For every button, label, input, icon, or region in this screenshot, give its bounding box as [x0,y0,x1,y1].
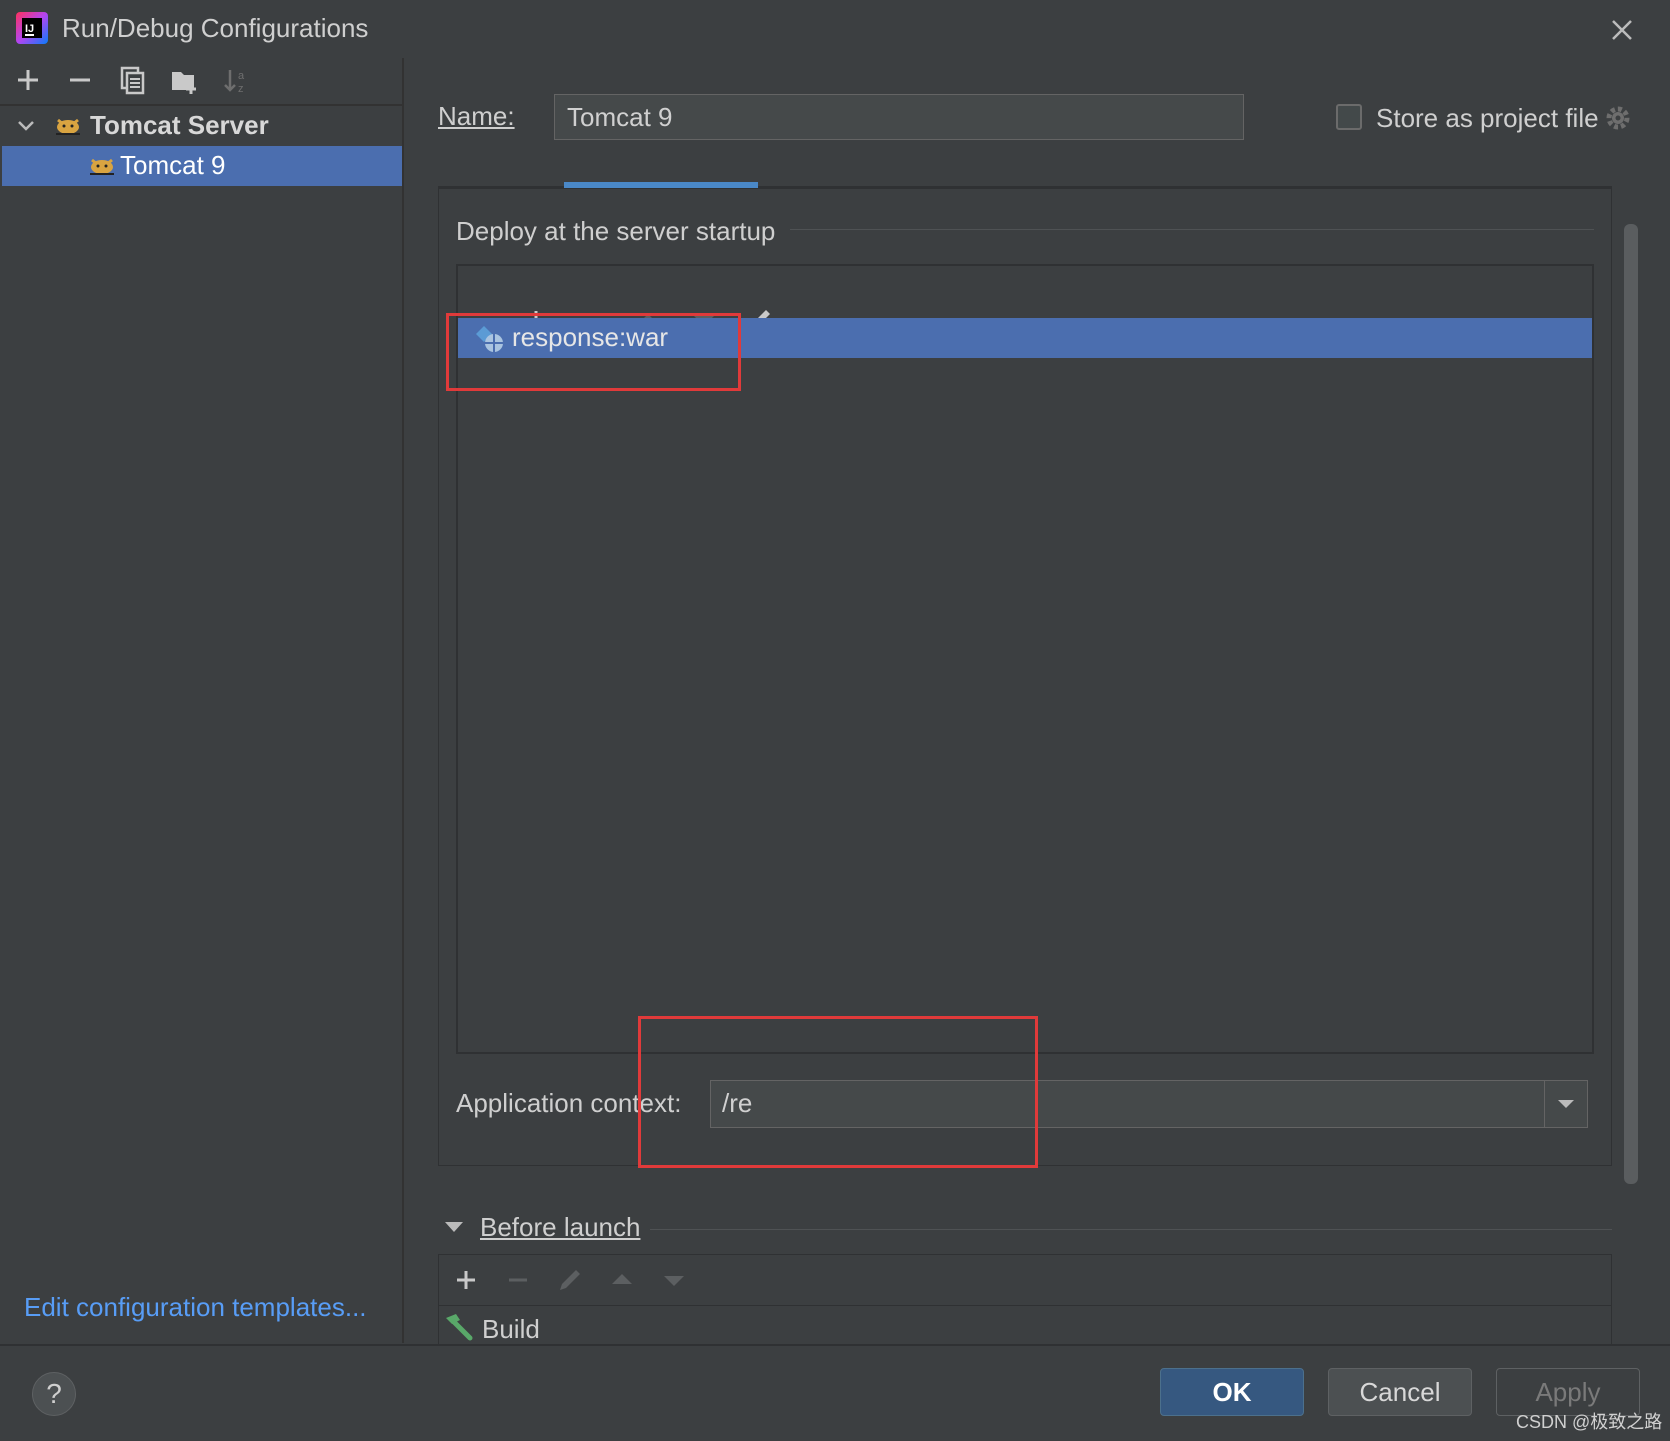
add-icon[interactable] [10,62,46,98]
tomcat-icon [54,112,82,138]
highlight-box-context [638,1016,1038,1168]
svg-text:z: z [238,83,244,95]
close-icon[interactable] [1604,12,1640,48]
remove-task-icon[interactable] [500,1262,536,1298]
vertical-scrollbar[interactable] [1624,224,1638,1184]
chevron-down-icon[interactable] [1544,1081,1588,1127]
tree-group-tomcat-server[interactable]: Tomcat Server [0,106,402,144]
chevron-down-icon[interactable] [16,116,36,136]
before-launch-label: Before launch [480,1212,641,1242]
copy-icon[interactable] [114,62,150,98]
build-task-label: Build [482,1314,540,1344]
gear-icon[interactable] [1604,104,1632,132]
edit-templates-link[interactable]: Edit configuration templates... [24,1292,367,1323]
store-as-project-file-checkbox[interactable] [1336,104,1362,130]
move-task-up-icon[interactable] [604,1262,640,1298]
tree-item-label: Tomcat 9 [120,150,226,180]
sort-icon[interactable]: az [218,62,254,98]
watermark-text: CSDN @极致之路 [1516,1412,1663,1432]
before-launch-title[interactable]: Before launch [480,1212,640,1243]
tomcat-icon [88,152,116,178]
deploy-section-title: Deploy at the server startup [456,216,776,246]
highlight-box-artifact [446,313,741,391]
tree-item-tomcat-9[interactable]: Tomcat 9 [2,146,402,186]
configurations-sidebar [0,58,404,1343]
edit-task-pencil-icon[interactable] [552,1262,588,1298]
section-divider [650,1229,1612,1230]
before-launch-task-row[interactable] [438,1306,1612,1346]
intellij-logo-icon: IJ [16,12,48,44]
add-task-icon[interactable] [448,1262,484,1298]
tree-group-label: Tomcat Server [90,110,269,140]
cancel-button[interactable]: Cancel [1328,1368,1472,1416]
new-folder-icon[interactable] [166,62,202,98]
name-label-text: Name: [438,101,515,131]
name-field[interactable] [554,94,1244,140]
name-label: Name: [438,101,515,132]
section-divider [790,229,1594,230]
collapse-chevron-icon[interactable] [444,1220,464,1236]
window-title: Run/Debug Configurations [62,13,369,43]
svg-text:IJ: IJ [25,23,34,35]
store-as-project-file-label[interactable]: Store as project file [1376,103,1599,134]
build-hammer-icon [442,1312,474,1342]
ok-button[interactable]: OK [1160,1368,1304,1416]
remove-icon[interactable] [62,62,98,98]
move-task-down-icon[interactable] [656,1262,692,1298]
svg-text:a: a [238,70,245,82]
help-button[interactable]: ? [32,1372,76,1416]
